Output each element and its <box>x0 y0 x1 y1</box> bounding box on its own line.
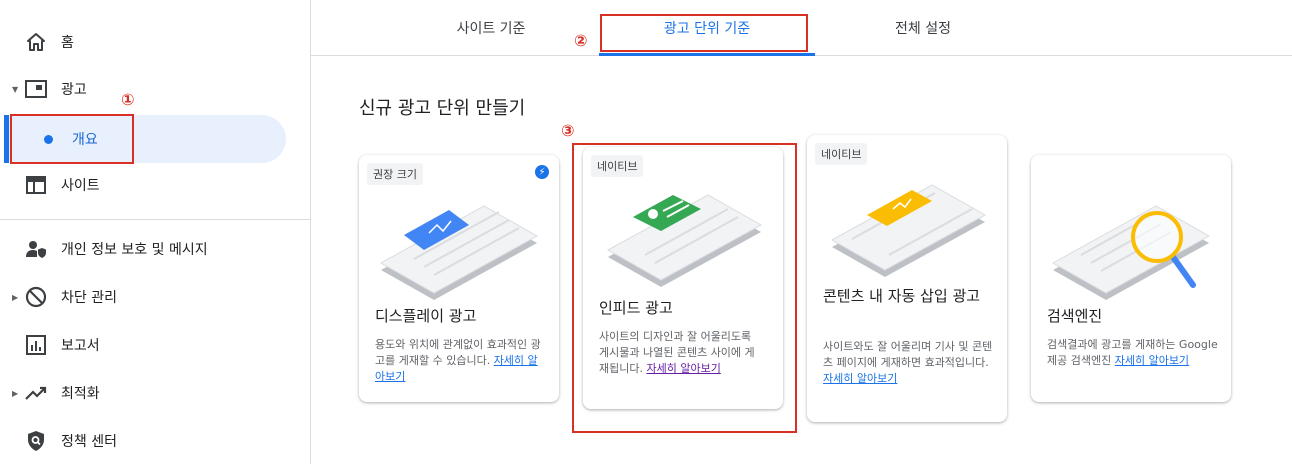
sidebar-item-label: 차단 관리 <box>61 290 117 306</box>
annotation-number-1: ① <box>121 90 135 109</box>
caret-down-icon[interactable]: ▼ <box>12 85 18 94</box>
policy-icon <box>25 430 47 452</box>
sidebar-item-label: 보고서 <box>61 338 100 354</box>
sidebar-item-blocking[interactable]: ▶ 차단 관리 <box>0 273 310 321</box>
sidebar-item-ads[interactable]: ▼ 광고 <box>0 65 310 113</box>
card-description: 검색결과에 광고를 게재하는 Google 제공 검색엔진 자세히 알아보기 <box>1047 337 1219 369</box>
trending-up-icon <box>25 382 47 404</box>
card-description: 용도와 위치에 관계없이 효과적인 광고를 게재할 수 있습니다. 자세히 알아… <box>375 337 547 385</box>
sidebar: 홈 ▼ 광고 개요 사이트 개인 정보 보호 및 메시지 ▶ 차단 관리 보고서… <box>0 0 311 464</box>
selected-indicator <box>4 115 9 163</box>
block-icon <box>25 286 47 308</box>
sidebar-item-label: 정책 센터 <box>61 434 117 450</box>
privacy-icon <box>25 238 47 260</box>
card-display-ads[interactable]: 권장 크기 ⚡ 디스플레이 광고 용도와 위치에 관계없이 효과적인 광고를 게… <box>359 155 559 402</box>
ads-icon <box>25 78 47 100</box>
annotation-box-2 <box>600 14 808 52</box>
search-engine-illustration <box>1051 205 1211 300</box>
sidebar-item-label: 최적화 <box>61 386 100 402</box>
card-description: 사이트와도 잘 어울리며 기사 및 콘텐츠 페이지에 게재하면 효과적입니다. … <box>823 339 993 387</box>
sidebar-item-label: 개인 정보 보호 및 메시지 <box>61 242 208 258</box>
card-description-text: 사이트와도 잘 어울리며 기사 및 콘텐츠 페이지에 게재하면 효과적입니다. <box>823 340 993 369</box>
sidebar-divider <box>0 219 310 220</box>
learn-more-link[interactable]: 자세히 알아보기 <box>1115 354 1189 367</box>
sidebar-item-label: 홈 <box>61 35 74 51</box>
sidebar-item-policy[interactable]: 정책 센터 <box>0 417 310 465</box>
learn-more-link[interactable]: 자세히 알아보기 <box>823 372 897 385</box>
sidebar-item-home[interactable]: 홈 <box>0 18 310 66</box>
home-icon <box>25 31 47 53</box>
card-chip: 권장 크기 <box>367 163 423 185</box>
card-title: 디스플레이 광고 <box>375 307 477 325</box>
caret-right-icon[interactable]: ▶ <box>12 293 18 302</box>
card-title: 콘텐츠 내 자동 삽입 광고 <box>823 287 981 305</box>
card-in-article-ads[interactable]: 네이티브 콘텐츠 내 자동 삽입 광고 사이트와도 잘 어울리며 기사 및 콘텐… <box>807 135 1007 422</box>
card-title: 검색엔진 <box>1047 307 1103 325</box>
tab-by-site[interactable]: 사이트 기준 <box>411 0 571 55</box>
lightning-icon: ⚡ <box>535 165 549 179</box>
sidebar-item-label: 광고 <box>61 82 87 98</box>
annotation-box-1 <box>10 114 134 164</box>
annotation-number-3: ③ <box>561 121 575 140</box>
annotation-box-3 <box>572 143 797 433</box>
sidebar-item-privacy[interactable]: 개인 정보 보호 및 메시지 <box>0 225 310 273</box>
active-tab-indicator <box>599 53 815 56</box>
caret-right-icon[interactable]: ▶ <box>12 389 18 398</box>
annotation-number-2: ② <box>574 31 588 50</box>
page-title: 신규 광고 단위 만들기 <box>359 98 526 119</box>
reports-icon <box>25 334 47 356</box>
sidebar-item-optimization[interactable]: ▶ 최적화 <box>0 369 310 417</box>
sites-icon <box>25 174 47 196</box>
sidebar-item-sites[interactable]: 사이트 <box>0 161 310 209</box>
tab-global-settings[interactable]: 전체 설정 <box>841 0 1005 55</box>
sidebar-item-label: 사이트 <box>61 178 100 194</box>
card-search-engine[interactable]: 검색엔진 검색결과에 광고를 게재하는 Google 제공 검색엔진 자세히 알… <box>1031 155 1231 402</box>
sidebar-item-reports[interactable]: 보고서 <box>0 321 310 369</box>
card-chip: 네이티브 <box>815 143 868 165</box>
